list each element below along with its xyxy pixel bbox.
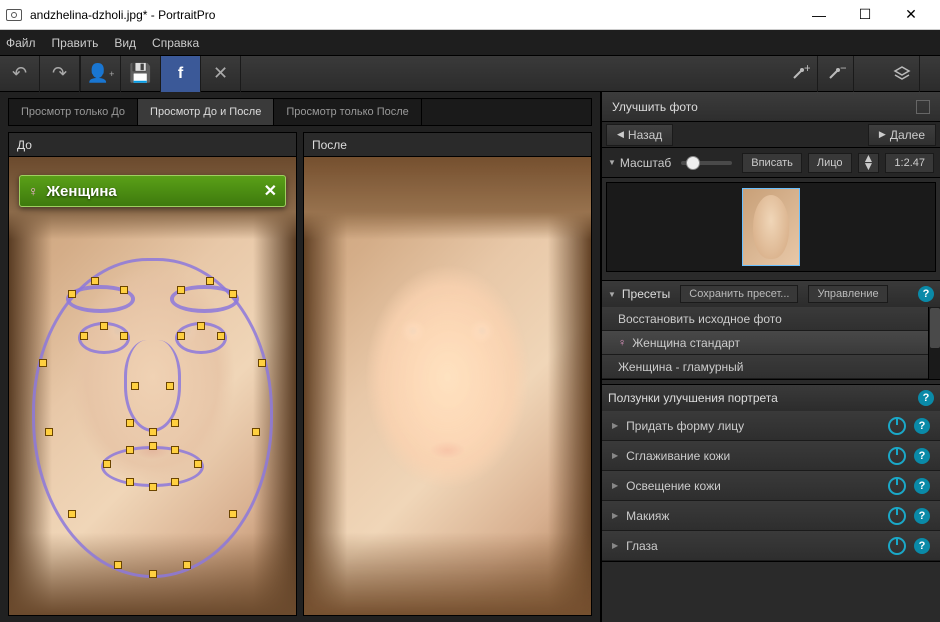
redo-button[interactable]: ↷ bbox=[40, 56, 80, 92]
undo-button[interactable]: ↶ bbox=[0, 56, 40, 92]
sliders-section: Ползунки улучшения портрета ? ▶Придать ф… bbox=[602, 384, 940, 562]
help-icon[interactable]: ? bbox=[914, 418, 930, 434]
viewport-area: Просмотр только До Просмотр До и После П… bbox=[0, 92, 600, 622]
after-canvas[interactable] bbox=[304, 157, 591, 615]
svg-text:+: + bbox=[804, 64, 810, 75]
app-icon bbox=[6, 9, 22, 21]
zoom-ratio: 1:2.47 bbox=[885, 153, 934, 173]
slider-face-shape[interactable]: ▶Придать форму лицу? bbox=[602, 411, 940, 441]
window-title: andzhelina-dzholi.jpg* - PortraitPro bbox=[30, 8, 796, 22]
menu-view[interactable]: Вид bbox=[114, 36, 136, 50]
power-icon[interactable] bbox=[888, 507, 906, 525]
help-icon[interactable]: ? bbox=[914, 508, 930, 524]
tab-after-only[interactable]: Просмотр только После bbox=[274, 99, 421, 125]
preset-female-standard[interactable]: ♀Женщина стандарт bbox=[602, 331, 928, 355]
menu-help[interactable]: Справка bbox=[152, 36, 199, 50]
zoom-label: ▼Масштаб bbox=[608, 156, 671, 170]
preset-restore[interactable]: Восстановить исходное фото bbox=[602, 307, 928, 331]
back-button[interactable]: ◀Назад bbox=[606, 124, 673, 146]
before-label: До bbox=[9, 133, 296, 157]
manage-presets-button[interactable]: Управление bbox=[808, 285, 887, 303]
presets-header: ▼ Пресеты Сохранить пресет... Управление… bbox=[602, 281, 940, 307]
tab-before-after[interactable]: Просмотр До и После bbox=[138, 99, 274, 125]
pin-icon[interactable] bbox=[916, 100, 930, 114]
close-button[interactable]: ✕ bbox=[888, 0, 934, 30]
toolbar: ↶ ↷ 👤+ 💾 f ✕ + − bbox=[0, 56, 940, 92]
help-icon[interactable]: ? bbox=[914, 538, 930, 554]
next-button[interactable]: ▶Далее bbox=[868, 124, 936, 146]
sliders-list: ▶Придать форму лицу? ▶Сглаживание кожи? … bbox=[602, 411, 940, 561]
menu-edit[interactable]: Править bbox=[52, 36, 99, 50]
gender-banner: ♀ Женщина ✕ bbox=[19, 175, 286, 207]
sliders-title: Ползунки улучшения портрета bbox=[608, 391, 778, 405]
presets-list: Восстановить исходное фото ♀Женщина стан… bbox=[602, 307, 928, 379]
delete-button[interactable]: ✕ bbox=[201, 56, 241, 92]
presets-section: ▼ Пресеты Сохранить пресет... Управление… bbox=[602, 280, 940, 380]
nav-row: ◀Назад ▶Далее bbox=[602, 122, 940, 148]
slider-skin-smooth[interactable]: ▶Сглаживание кожи? bbox=[602, 441, 940, 471]
slider-eyes[interactable]: ▶Глаза? bbox=[602, 531, 940, 561]
zoom-spinner[interactable]: ▲▼ bbox=[858, 153, 880, 173]
save-button[interactable]: 💾 bbox=[121, 56, 161, 92]
preset-scrollbar[interactable] bbox=[928, 307, 940, 379]
menu-file[interactable]: Файл bbox=[6, 36, 36, 50]
panel-title: Улучшить фото bbox=[612, 100, 698, 114]
female-icon: ♀ bbox=[28, 183, 39, 199]
zoom-fit-button[interactable]: Вписать bbox=[742, 153, 802, 173]
window-controls: — ☐ ✕ bbox=[796, 0, 934, 30]
help-icon[interactable]: ? bbox=[918, 390, 934, 406]
power-icon[interactable] bbox=[888, 537, 906, 555]
tab-before-only[interactable]: Просмотр только До bbox=[9, 99, 138, 125]
power-icon[interactable] bbox=[888, 477, 906, 495]
help-icon[interactable]: ? bbox=[918, 286, 934, 302]
help-icon[interactable]: ? bbox=[914, 448, 930, 464]
after-view: После bbox=[303, 132, 592, 616]
female-icon: ♀ bbox=[618, 337, 626, 349]
zoom-handle[interactable] bbox=[686, 156, 700, 170]
thumbnail-strip[interactable] bbox=[606, 182, 936, 272]
menubar: Файл Править Вид Справка bbox=[0, 30, 940, 56]
power-icon[interactable] bbox=[888, 417, 906, 435]
zoom-row: ▼Масштаб Вписать Лицо ▲▼ 1:2.47 bbox=[602, 148, 940, 178]
collapse-icon[interactable]: ▼ bbox=[608, 290, 616, 299]
preset-female-glamour[interactable]: Женщина - гламурный bbox=[602, 355, 928, 379]
facebook-button[interactable]: f bbox=[161, 56, 201, 92]
face-thumbnail[interactable] bbox=[742, 188, 800, 266]
zoom-slider[interactable] bbox=[681, 161, 732, 165]
main-area: Просмотр только До Просмотр До и После П… bbox=[0, 92, 940, 622]
views-container: До bbox=[8, 132, 592, 616]
layers-button[interactable] bbox=[884, 56, 920, 92]
before-canvas[interactable]: ♀ Женщина ✕ bbox=[9, 157, 296, 615]
maximize-button[interactable]: ☐ bbox=[842, 0, 888, 30]
app-frame: Файл Править Вид Справка ↶ ↷ 👤+ 💾 f ✕ + … bbox=[0, 30, 940, 622]
svg-text:−: − bbox=[840, 64, 846, 75]
brush-minus-button[interactable]: − bbox=[818, 56, 854, 92]
zoom-face-button[interactable]: Лицо bbox=[808, 153, 852, 173]
slider-skin-light[interactable]: ▶Освещение кожи? bbox=[602, 471, 940, 501]
help-icon[interactable]: ? bbox=[914, 478, 930, 494]
after-label: После bbox=[304, 133, 591, 157]
view-tabs: Просмотр только До Просмотр До и После П… bbox=[8, 98, 592, 126]
sliders-header: Ползунки улучшения портрета ? bbox=[602, 385, 940, 411]
minimize-button[interactable]: — bbox=[796, 0, 842, 30]
landmarks-overlay bbox=[9, 157, 296, 615]
brush-plus-button[interactable]: + bbox=[782, 56, 818, 92]
controls-panel: Улучшить фото ◀Назад ▶Далее ▼Масштаб Впи… bbox=[600, 92, 940, 622]
slider-makeup[interactable]: ▶Макияж? bbox=[602, 501, 940, 531]
panel-header: Улучшить фото bbox=[602, 92, 940, 122]
power-icon[interactable] bbox=[888, 447, 906, 465]
titlebar: andzhelina-dzholi.jpg* - PortraitPro — ☐… bbox=[0, 0, 940, 30]
after-face-image bbox=[304, 157, 591, 615]
before-view: До bbox=[8, 132, 297, 616]
presets-title: Пресеты bbox=[622, 287, 670, 301]
save-preset-button[interactable]: Сохранить пресет... bbox=[680, 285, 798, 303]
gender-close-button[interactable]: ✕ bbox=[264, 181, 277, 201]
gender-label: Женщина bbox=[47, 183, 256, 200]
add-person-button[interactable]: 👤+ bbox=[81, 56, 121, 92]
